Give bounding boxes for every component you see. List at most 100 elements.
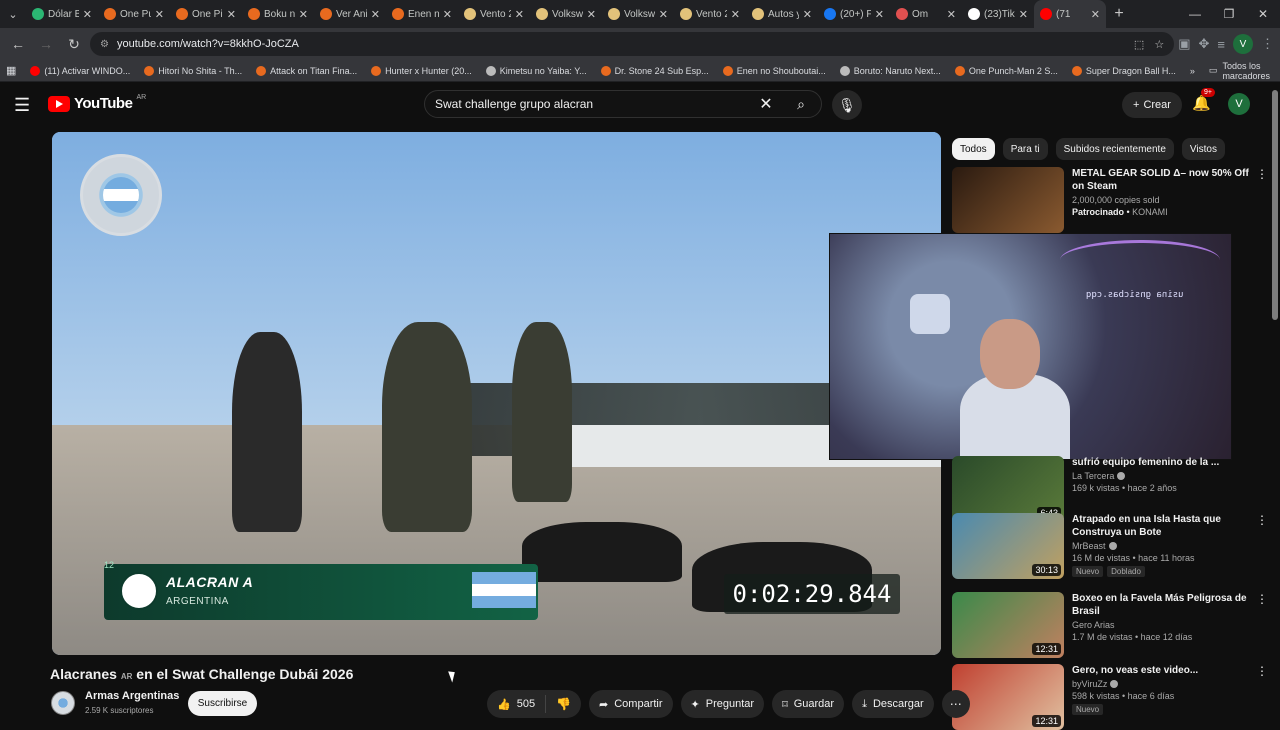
more-options-icon[interactable]: ⋮ xyxy=(1256,592,1268,606)
close-tab-icon[interactable]: ✕ xyxy=(1091,8,1100,21)
browser-tab[interactable]: Dólar B ✕ xyxy=(26,0,98,28)
bookmarks-overflow-icon[interactable]: » xyxy=(1190,66,1195,76)
apps-grid-icon[interactable]: ▦ xyxy=(6,64,16,77)
close-tab-icon[interactable]: ✕ xyxy=(515,8,524,21)
browser-tab[interactable]: (23)Tik ✕ xyxy=(962,0,1034,28)
dislike-button[interactable]: 👎 xyxy=(546,697,581,711)
browser-tab[interactable]: One Pi ✕ xyxy=(170,0,242,28)
voice-search-mic-icon[interactable]: 🎙 xyxy=(832,90,862,120)
browser-tab[interactable]: One Pu ✕ xyxy=(98,0,170,28)
more-options-icon[interactable]: ⋮ xyxy=(1256,167,1268,181)
bookmark-item[interactable]: One Punch-Man 2 S... xyxy=(954,65,1058,76)
filter-chip[interactable]: Vistos xyxy=(1181,138,1225,160)
close-tab-icon[interactable]: ✕ xyxy=(659,8,668,21)
subscribe-button[interactable]: Suscribirse xyxy=(188,691,257,716)
more-actions-icon[interactable]: ⋯ xyxy=(941,690,970,718)
browser-tab[interactable]: Volksw ✕ xyxy=(602,0,674,28)
share-button[interactable]: ➦ Compartir xyxy=(589,690,673,718)
install-icon[interactable]: ⬚ xyxy=(1134,38,1144,51)
new-tab-button[interactable]: + xyxy=(1106,5,1132,23)
video-thumbnail[interactable] xyxy=(952,167,1064,233)
video-title[interactable]: Boxeo en la Favela Más Peligrosa de Bras… xyxy=(1072,592,1252,618)
bookmark-item[interactable]: Attack on Titan Fina... xyxy=(256,65,357,76)
close-tab-icon[interactable]: ✕ xyxy=(371,8,380,21)
clear-search-icon[interactable]: ✕ xyxy=(751,94,781,114)
forward-icon[interactable]: → xyxy=(34,32,58,56)
filter-chip[interactable]: Todos xyxy=(952,138,995,160)
close-tab-icon[interactable]: ✕ xyxy=(227,8,236,21)
browser-tab[interactable]: (71 ✕ xyxy=(1034,0,1106,28)
minimize-icon[interactable]: — xyxy=(1178,7,1212,21)
recommendation-item[interactable]: 30:13 Atrapado en una Isla Hasta que Con… xyxy=(952,513,1268,579)
close-tab-icon[interactable]: ✕ xyxy=(803,8,812,21)
search-box[interactable]: Swat challenge grupo alacran ✕ ⌕ xyxy=(424,90,822,118)
ask-button[interactable]: ✦ Preguntar xyxy=(680,690,765,718)
video-title[interactable]: METAL GEAR SOLID Δ– now 50% Off on Steam xyxy=(1072,167,1252,193)
omnibox[interactable]: ⚙ youtube.com/watch?v=8kkhO-JoCZA ⬚ ☆ xyxy=(90,32,1175,56)
save-button[interactable]: ⌑ Guardar xyxy=(772,690,845,718)
filter-chip[interactable]: Para ti xyxy=(1002,138,1048,160)
browser-tab[interactable]: Boku n ✕ xyxy=(242,0,314,28)
youtube-logo[interactable]: YouTube AR xyxy=(48,94,146,112)
browser-tab[interactable]: Volksw ✕ xyxy=(530,0,602,28)
video-player[interactable]: 12 ALACRAN A ARGENTINA 0:02:29.844 xyxy=(52,132,941,655)
like-button[interactable]: 👍 505 xyxy=(487,695,547,713)
close-tab-icon[interactable]: ✕ xyxy=(155,8,164,21)
bookmark-item[interactable]: Boruto: Naruto Next... xyxy=(839,65,941,76)
browser-tab[interactable]: Ver Ani ✕ xyxy=(314,0,386,28)
account-avatar[interactable]: V xyxy=(1228,93,1250,115)
search-input[interactable]: Swat challenge grupo alacran xyxy=(435,97,751,111)
browser-menu-icon[interactable]: ⋮ xyxy=(1261,36,1274,52)
channel-name[interactable]: Armas Argentinas xyxy=(85,690,179,702)
channel-line[interactable]: MrBeast xyxy=(1072,541,1252,551)
channel-name[interactable]: La Tercera xyxy=(1072,471,1114,481)
video-title[interactable]: Gero, no veas este video... xyxy=(1072,664,1252,677)
more-options-icon[interactable]: ⋮ xyxy=(1256,513,1268,527)
channel-name[interactable]: byViruZz xyxy=(1072,679,1107,689)
recommendation-item[interactable]: 12:31 Gero, no veas este video... byViru… xyxy=(952,664,1268,730)
recommendation-item[interactable]: 12:31 Boxeo en la Favela Más Peligrosa d… xyxy=(952,592,1268,658)
bookmark-item[interactable]: Hunter x Hunter (20... xyxy=(371,65,472,76)
close-tab-icon[interactable]: ✕ xyxy=(1019,8,1028,21)
tab-search-icon[interactable]: ⌄ xyxy=(0,0,26,28)
video-title[interactable]: sufrió equipo femenino de la ... xyxy=(1072,456,1252,469)
close-tab-icon[interactable]: ✕ xyxy=(299,8,308,21)
close-tab-icon[interactable]: ✕ xyxy=(947,8,956,21)
close-tab-icon[interactable]: ✕ xyxy=(587,8,596,21)
browser-tab[interactable]: Enen n ✕ xyxy=(386,0,458,28)
all-bookmarks-folder[interactable]: ▭ Todos los marcadores xyxy=(1209,61,1274,81)
back-icon[interactable]: ← xyxy=(6,32,30,56)
video-title[interactable]: Atrapado en una Isla Hasta que Construya… xyxy=(1072,513,1252,539)
close-tab-icon[interactable]: ✕ xyxy=(443,8,452,21)
browser-tab[interactable]: (20+) F ✕ xyxy=(818,0,890,28)
video-thumbnail[interactable]: 30:13 xyxy=(952,513,1064,579)
restore-icon[interactable]: ❐ xyxy=(1212,7,1246,21)
page-scrollbar[interactable] xyxy=(1272,90,1278,320)
media-control-icon[interactable]: ≡ xyxy=(1217,37,1225,52)
browser-tab[interactable]: Autos y ✕ xyxy=(746,0,818,28)
bookmark-item[interactable]: Enen no Shouboutai... xyxy=(722,65,826,76)
reload-icon[interactable]: ↻ xyxy=(62,32,86,56)
browser-profile-avatar[interactable]: V xyxy=(1233,34,1253,54)
hamburger-menu-icon[interactable]: ☰ xyxy=(14,96,34,114)
channel-name[interactable]: MrBeast xyxy=(1072,541,1106,551)
extensions-icon[interactable]: ✥ xyxy=(1199,36,1210,52)
channel-name[interactable]: Gero Arias xyxy=(1072,620,1115,630)
bookmark-item[interactable]: Kimetsu no Yaiba: Y... xyxy=(485,65,587,76)
channel-line[interactable]: La Tercera xyxy=(1072,471,1252,481)
close-tab-icon[interactable]: ✕ xyxy=(875,8,884,21)
bookmark-item[interactable]: Super Dragon Ball H... xyxy=(1071,65,1176,76)
bookmark-star-icon[interactable]: ☆ xyxy=(1154,38,1164,51)
more-options-icon[interactable]: ⋮ xyxy=(1256,664,1268,678)
browser-tab[interactable]: Vento 2 ✕ xyxy=(458,0,530,28)
bookmark-item[interactable]: Hitori No Shita - Th... xyxy=(144,65,242,76)
notifications-bell-icon[interactable]: 🔔 9+ xyxy=(1192,88,1215,114)
close-tab-icon[interactable]: ✕ xyxy=(731,8,740,21)
sponsor-name[interactable]: KONAMI xyxy=(1132,207,1168,217)
channel-avatar[interactable] xyxy=(51,691,75,715)
filter-chip[interactable]: Subidos recientemente xyxy=(1055,138,1174,160)
download-button[interactable]: ⤓ Descargar xyxy=(852,690,934,718)
browser-tab[interactable]: Vento 2 ✕ xyxy=(674,0,746,28)
channel-line[interactable]: byViruZz xyxy=(1072,679,1252,689)
browser-tab[interactable]: Om ✕ xyxy=(890,0,962,28)
